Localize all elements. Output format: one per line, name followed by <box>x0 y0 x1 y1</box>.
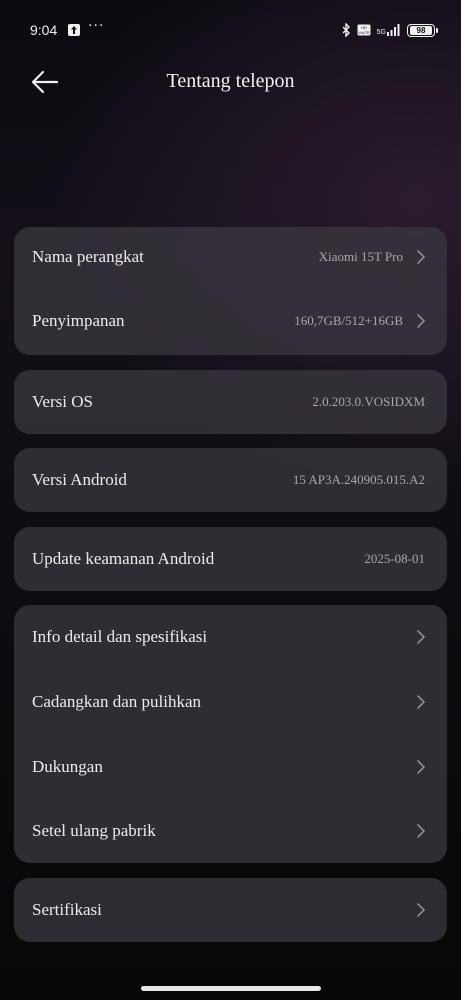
status-icons: HD VoLTE 5G 98 <box>342 22 438 38</box>
more-notifications-icon: ··· <box>88 18 105 34</box>
os-version-value: 2.0.203.0.VOSIDXM <box>312 394 425 409</box>
volte-icon: HDVoLTE <box>357 24 371 36</box>
storage-value: 160,7GB/512+16GB <box>294 313 403 328</box>
backup-restore-label: Cadangkan dan pulihkan <box>32 691 202 711</box>
detail-spec-label: Info detail dan spesifikasi <box>32 627 208 646</box>
backup-restore-row[interactable]: Cadangkan dan pulihkan <box>14 669 447 734</box>
os-version-row[interactable]: Versi OS 2.0.203.0.VOSIDXM <box>14 370 447 434</box>
chevron-right-icon <box>413 759 429 775</box>
battery-level: 98 <box>410 25 432 35</box>
detail-spec-row[interactable]: Info detail dan spesifikasi <box>14 605 447 669</box>
status-bar: 9:04 ··· HD VoLTE 5G 98 <box>0 0 461 62</box>
os-version-card: Versi OS 2.0.203.0.VOSIDXM <box>14 370 447 434</box>
android-version-label: Versi Android <box>32 470 127 489</box>
security-update-card: Update keamanan Android 2025-08-01 <box>14 527 447 591</box>
device-info-card: Nama perangkat Xiaomi 15T Pro Penyimpana… <box>14 227 447 355</box>
support-label: Dukungan <box>32 756 103 776</box>
security-update-label: Update keamanan Android <box>32 549 215 568</box>
android-version-row[interactable]: Versi Android 15 AP3A.240905.015.A2 <box>14 448 447 512</box>
security-update-value: 2025-08-01 <box>364 551 425 566</box>
chevron-right-icon <box>413 313 429 329</box>
home-indicator[interactable] <box>141 986 321 991</box>
bluetooth-icon <box>342 23 350 37</box>
device-name-value: Xiaomi 15T Pro <box>318 249 403 264</box>
chevron-right-icon <box>413 694 429 710</box>
more-options-card: Info detail dan spesifikasi Cadangkan da… <box>14 605 447 863</box>
os-version-label: Versi OS <box>32 392 93 411</box>
network-label: 5G <box>376 29 386 36</box>
certification-card: Sertifikasi <box>14 878 447 942</box>
support-row[interactable]: Dukungan <box>14 734 447 799</box>
factory-reset-label: Setel ulang pabrik <box>32 821 156 840</box>
chevron-right-icon <box>413 823 429 839</box>
factory-reset-row[interactable]: Setel ulang pabrik <box>14 799 447 863</box>
device-name-label: Nama perangkat <box>32 247 144 266</box>
certification-label: Sertifikasi <box>32 900 102 919</box>
chevron-right-icon <box>413 249 429 265</box>
page-title: Tentang telepon <box>166 70 295 92</box>
security-update-row[interactable]: Update keamanan Android 2025-08-01 <box>14 527 447 591</box>
upload-notification-icon <box>68 24 80 36</box>
storage-row[interactable]: Penyimpanan 160,7GB/512+16GB <box>14 287 447 355</box>
device-name-row[interactable]: Nama perangkat Xiaomi 15T Pro <box>14 227 447 287</box>
signal-icon <box>387 24 400 36</box>
svg-text:VoLTE: VoLTE <box>358 30 370 35</box>
status-time: 9:04 <box>30 22 58 38</box>
chevron-right-icon <box>413 629 429 645</box>
network-type: 5G <box>377 24 401 36</box>
android-version-value: 15 AP3A.240905.015.A2 <box>292 472 425 487</box>
storage-label: Penyimpanan <box>32 311 125 330</box>
chevron-right-icon <box>413 902 429 918</box>
android-version-card: Versi Android 15 AP3A.240905.015.A2 <box>14 448 447 512</box>
battery-icon: 98 <box>407 23 438 37</box>
top-app-bar: Tentang telepon <box>0 62 461 102</box>
certification-row[interactable]: Sertifikasi <box>14 878 447 942</box>
